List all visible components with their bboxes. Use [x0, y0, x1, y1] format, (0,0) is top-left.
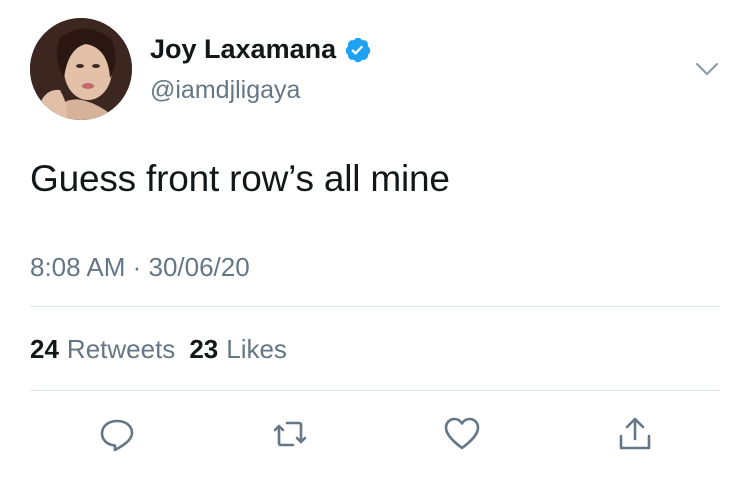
tweet-stats: 24 Retweets 23 Likes	[30, 334, 287, 365]
author-name-row[interactable]: Joy Laxamana	[150, 34, 372, 65]
divider	[30, 306, 720, 307]
verified-badge-icon	[344, 36, 372, 64]
tweet-timestamp[interactable]: 8:08 AM · 30/06/20	[30, 252, 250, 283]
avatar[interactable]	[30, 18, 132, 120]
profile-photo-icon	[30, 18, 132, 120]
like-icon[interactable]	[442, 414, 482, 454]
author-handle[interactable]: @iamdjligaya	[150, 76, 300, 105]
tweet-text: Guess front row’s all mine	[30, 158, 450, 199]
likes-label: Likes	[226, 334, 287, 364]
retweet-icon[interactable]	[270, 414, 310, 454]
retweets-count: 24	[30, 334, 59, 364]
display-name[interactable]: Joy Laxamana	[150, 34, 336, 65]
reply-icon[interactable]	[97, 414, 137, 454]
retweets-stat[interactable]: 24 Retweets	[30, 334, 175, 365]
retweets-label: Retweets	[66, 334, 176, 364]
tweet-actions-bar	[0, 414, 750, 454]
chevron-down-icon[interactable]	[694, 56, 720, 82]
share-icon[interactable]	[615, 414, 655, 454]
likes-stat[interactable]: 23 Likes	[189, 334, 287, 365]
likes-count: 23	[189, 334, 219, 364]
divider	[30, 390, 720, 391]
